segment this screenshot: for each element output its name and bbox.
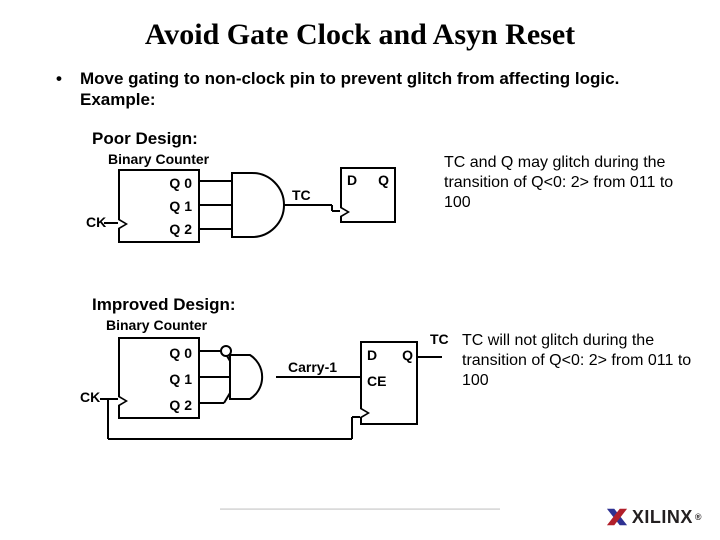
q-pin-label: Q — [378, 172, 389, 188]
xilinx-logo-icon — [606, 506, 628, 528]
xilinx-logo: XILINX® — [606, 506, 702, 528]
bullet-dot: • — [56, 68, 80, 111]
improved-design-note: TC will not glitch during the transition… — [462, 331, 712, 391]
d-flipflop: D Q — [340, 167, 396, 223]
carry-label: Carry-1 — [288, 359, 337, 375]
improved-design-diagram: Binary Counter CK Q 0 Q 1 Q 2 Carry-1 D … — [0, 317, 720, 457]
bullet-text: Move gating to non-clock pin to prevent … — [80, 68, 680, 111]
page-title: Avoid Gate Clock and Asyn Reset — [0, 0, 720, 62]
clock-triangle-icon — [340, 206, 350, 218]
improved-design-heading: Improved Design: — [0, 295, 720, 315]
tc-label: TC — [292, 187, 311, 203]
registered-mark: ® — [695, 512, 702, 522]
poor-design-diagram: Binary Counter CK Q 0 Q 1 Q 2 TC D Q TC … — [0, 151, 720, 281]
poor-design-heading: Poor Design: — [0, 129, 720, 149]
q-pin-label: Q — [402, 347, 413, 363]
d-pin-label: D — [347, 172, 357, 188]
clock-triangle-icon — [360, 407, 370, 419]
xilinx-logo-text: XILINX — [632, 507, 693, 528]
ce-pin-label: CE — [367, 373, 386, 389]
footer-rule — [220, 508, 500, 510]
d-pin-label: D — [367, 347, 377, 363]
tc-label: TC — [430, 331, 449, 347]
poor-design-note: TC and Q may glitch during the transitio… — [444, 153, 694, 213]
d-flipflop-ce: D Q CE — [360, 341, 418, 425]
bullet-item: • Move gating to non-clock pin to preven… — [0, 62, 720, 115]
